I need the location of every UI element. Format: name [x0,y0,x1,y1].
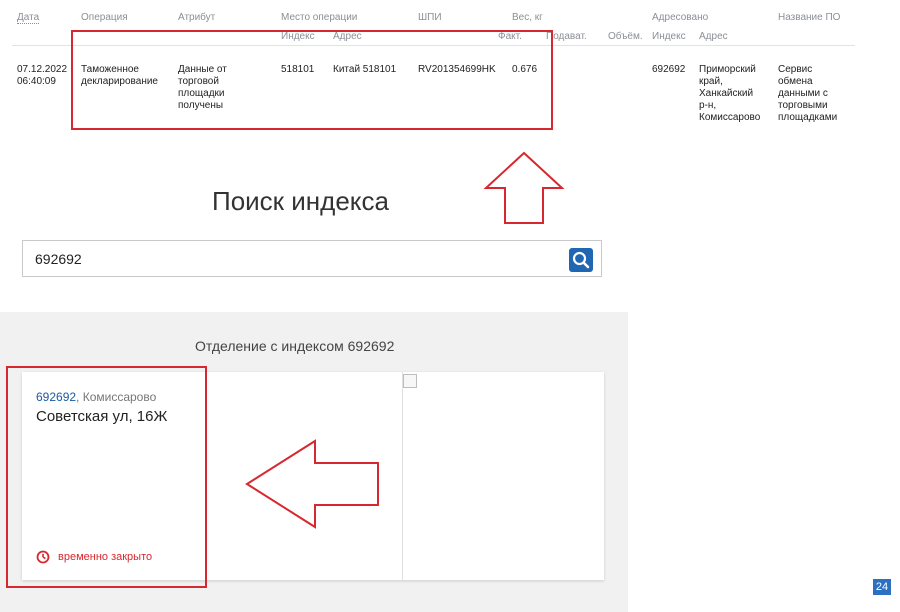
row-addr-index: 692692 [652,64,686,75]
row-addr-address: Приморский край, Ханкайский р-н, Комисса… [699,64,760,124]
row-software-line: Сервис [778,64,813,75]
row-date: 07.12.2022 [17,64,68,75]
header-addressed: Адресовано [652,12,709,23]
row-software: Сервис обмена данными с торговыми площад… [778,64,837,124]
header-operation: Операция [81,12,128,23]
highlight-frame-row [71,30,553,130]
row-addr-line: р-н, [699,100,717,111]
map-image-placeholder [403,374,417,388]
row-addr-line: Комиссарово [699,112,761,123]
arrow-up-annotation [483,151,565,224]
header-place: Место операции [281,12,358,23]
search-title: Поиск индекса [212,186,389,216]
header-software: Название ПО [778,12,841,23]
row-software-line: площадками [778,112,838,123]
card-divider [402,372,403,580]
header-barcode: ШПИ [418,12,442,23]
page-number-badge: 24 [873,579,891,595]
header-date[interactable]: Дата [17,12,40,24]
search-input-value: 692692 [35,251,82,267]
arrow-left-annotation [245,439,379,529]
row-addr-line: Ханкайский [699,88,754,99]
search-icon [572,251,590,269]
row-datetime: 07.12.2022 06:40:09 [17,64,67,88]
row-software-line: обмена [778,76,813,87]
header-volume: Объём. [608,31,643,42]
row-time: 06:40:09 [17,76,56,87]
search-input[interactable]: 692692 [22,240,602,277]
header-addr-index: Индекс [652,31,686,42]
search-button[interactable] [569,248,593,272]
row-addr-line: край, [699,76,723,87]
header-addr-address: Адрес [699,31,728,42]
row-addr-line: Приморский [699,64,756,75]
header-attribute: Атрибут [178,12,216,23]
row-software-line: торговыми [778,100,828,111]
header-weight: Вес, кг [512,12,543,23]
highlight-frame-card [6,366,207,588]
row-software-line: данными с [778,88,828,99]
results-title: Отделение с индексом 692692 [195,338,395,354]
